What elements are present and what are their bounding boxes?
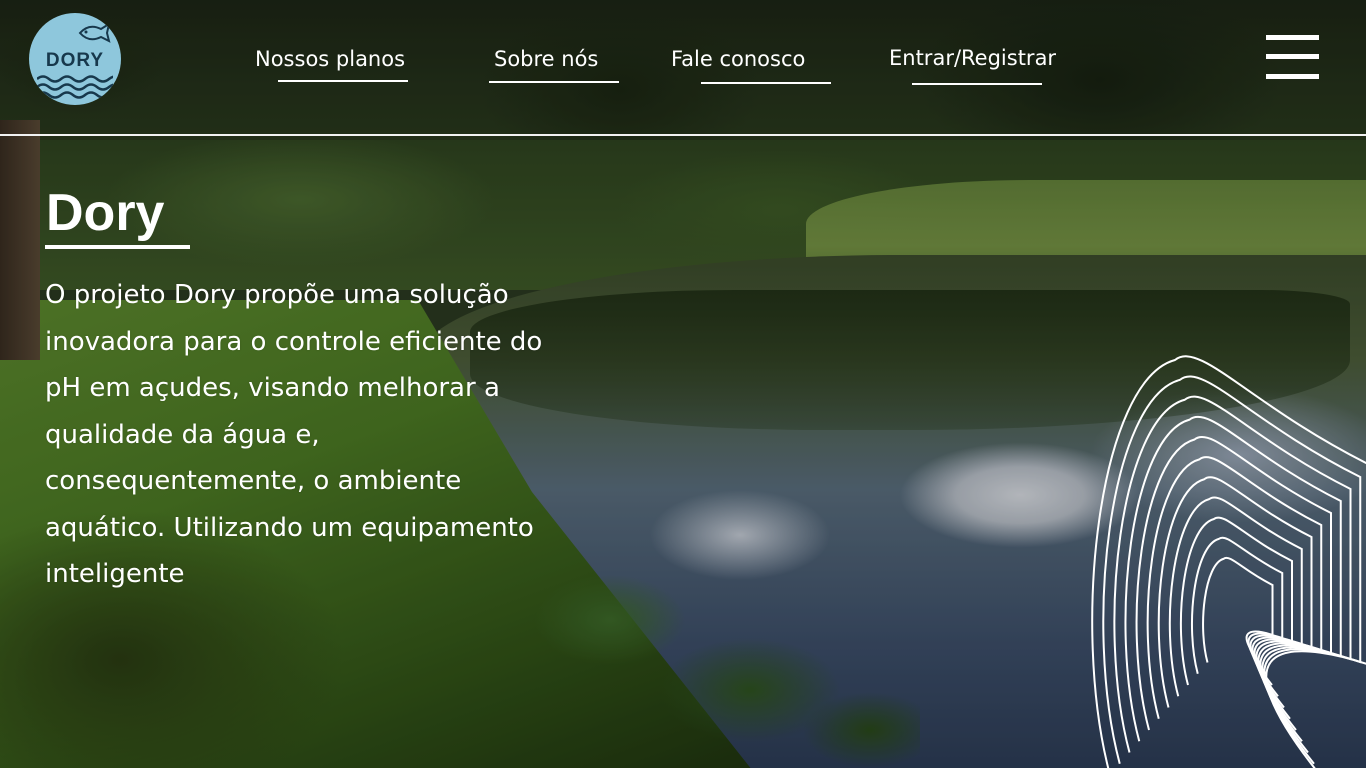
contour-line bbox=[1091, 355, 1366, 768]
title-underline bbox=[45, 245, 190, 249]
contour-lines-decoration bbox=[1091, 355, 1366, 768]
site-header: DORY Nossos planos Sobre nós Fale conosc… bbox=[0, 0, 1366, 136]
nav-underline bbox=[701, 82, 831, 84]
logo-text: DORY bbox=[45, 50, 105, 71]
nav-fale-conosco[interactable]: Fale conosco bbox=[671, 47, 805, 71]
contour-line bbox=[1202, 556, 1274, 664]
hero-title: Dory bbox=[46, 184, 165, 242]
nav-nossos-planos[interactable]: Nossos planos bbox=[255, 47, 405, 71]
nav-entrar-registrar[interactable]: Entrar/Registrar bbox=[889, 46, 1056, 70]
nav-sobre-nos[interactable]: Sobre nós bbox=[494, 47, 598, 71]
nav-underline bbox=[278, 80, 408, 82]
dory-logo[interactable]: DORY bbox=[29, 13, 121, 105]
fish-icon bbox=[78, 21, 111, 43]
waves-icon bbox=[37, 75, 113, 99]
hamburger-menu-icon[interactable] bbox=[1266, 34, 1320, 80]
hero-description: O projeto Dory propõe uma solução inovad… bbox=[45, 280, 543, 589]
contour-line bbox=[1179, 516, 1293, 686]
nav-underline bbox=[489, 81, 619, 83]
header-divider bbox=[0, 134, 1366, 136]
nav-underline bbox=[912, 83, 1042, 85]
